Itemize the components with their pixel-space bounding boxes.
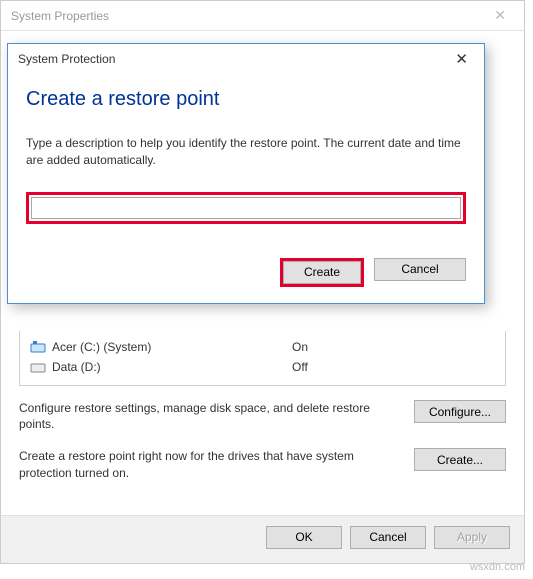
apply-button: Apply [434, 526, 510, 549]
watermark: wsxdn.com [470, 561, 525, 573]
create-button-highlight: Create [280, 258, 364, 287]
configure-description: Configure restore settings, manage disk … [19, 400, 402, 432]
table-row[interactable]: Acer (C:) (System) On [20, 337, 505, 357]
modal-title: System Protection [18, 52, 115, 66]
modal-create-button[interactable]: Create [283, 261, 361, 284]
modal-titlebar: System Protection ✕ [8, 44, 484, 74]
configure-button[interactable]: Configure... [414, 400, 506, 423]
table-row[interactable]: Data (D:) Off [20, 357, 505, 377]
drive-status: Off [292, 360, 495, 374]
modal-cancel-button[interactable]: Cancel [374, 258, 466, 281]
drive-name: Acer (C:) (System) [52, 340, 292, 354]
drive-status: On [292, 340, 495, 354]
drive-icon [30, 360, 46, 374]
close-icon[interactable]: ✕ [486, 7, 514, 24]
dialog-button-bar: OK Cancel Apply [1, 515, 524, 563]
description-input[interactable] [31, 197, 461, 219]
drive-list: Acer (C:) (System) On Data (D:) Off [19, 331, 506, 386]
modal-actions: Create Cancel [26, 258, 466, 287]
ok-button[interactable]: OK [266, 526, 342, 549]
system-protection-dialog: System Protection ✕ Create a restore poi… [7, 43, 485, 304]
cancel-button[interactable]: Cancel [350, 526, 426, 549]
drive-name: Data (D:) [52, 360, 292, 374]
description-input-highlight [26, 192, 466, 224]
parent-titlebar: System Properties ✕ [1, 1, 524, 31]
modal-instruction: Type a description to help you identify … [26, 135, 466, 170]
parent-title: System Properties [11, 9, 109, 23]
close-icon[interactable]: ✕ [449, 50, 474, 68]
create-button[interactable]: Create... [414, 448, 506, 471]
drive-icon [30, 340, 46, 354]
create-description: Create a restore point right now for the… [19, 448, 402, 480]
modal-heading: Create a restore point [26, 88, 466, 111]
